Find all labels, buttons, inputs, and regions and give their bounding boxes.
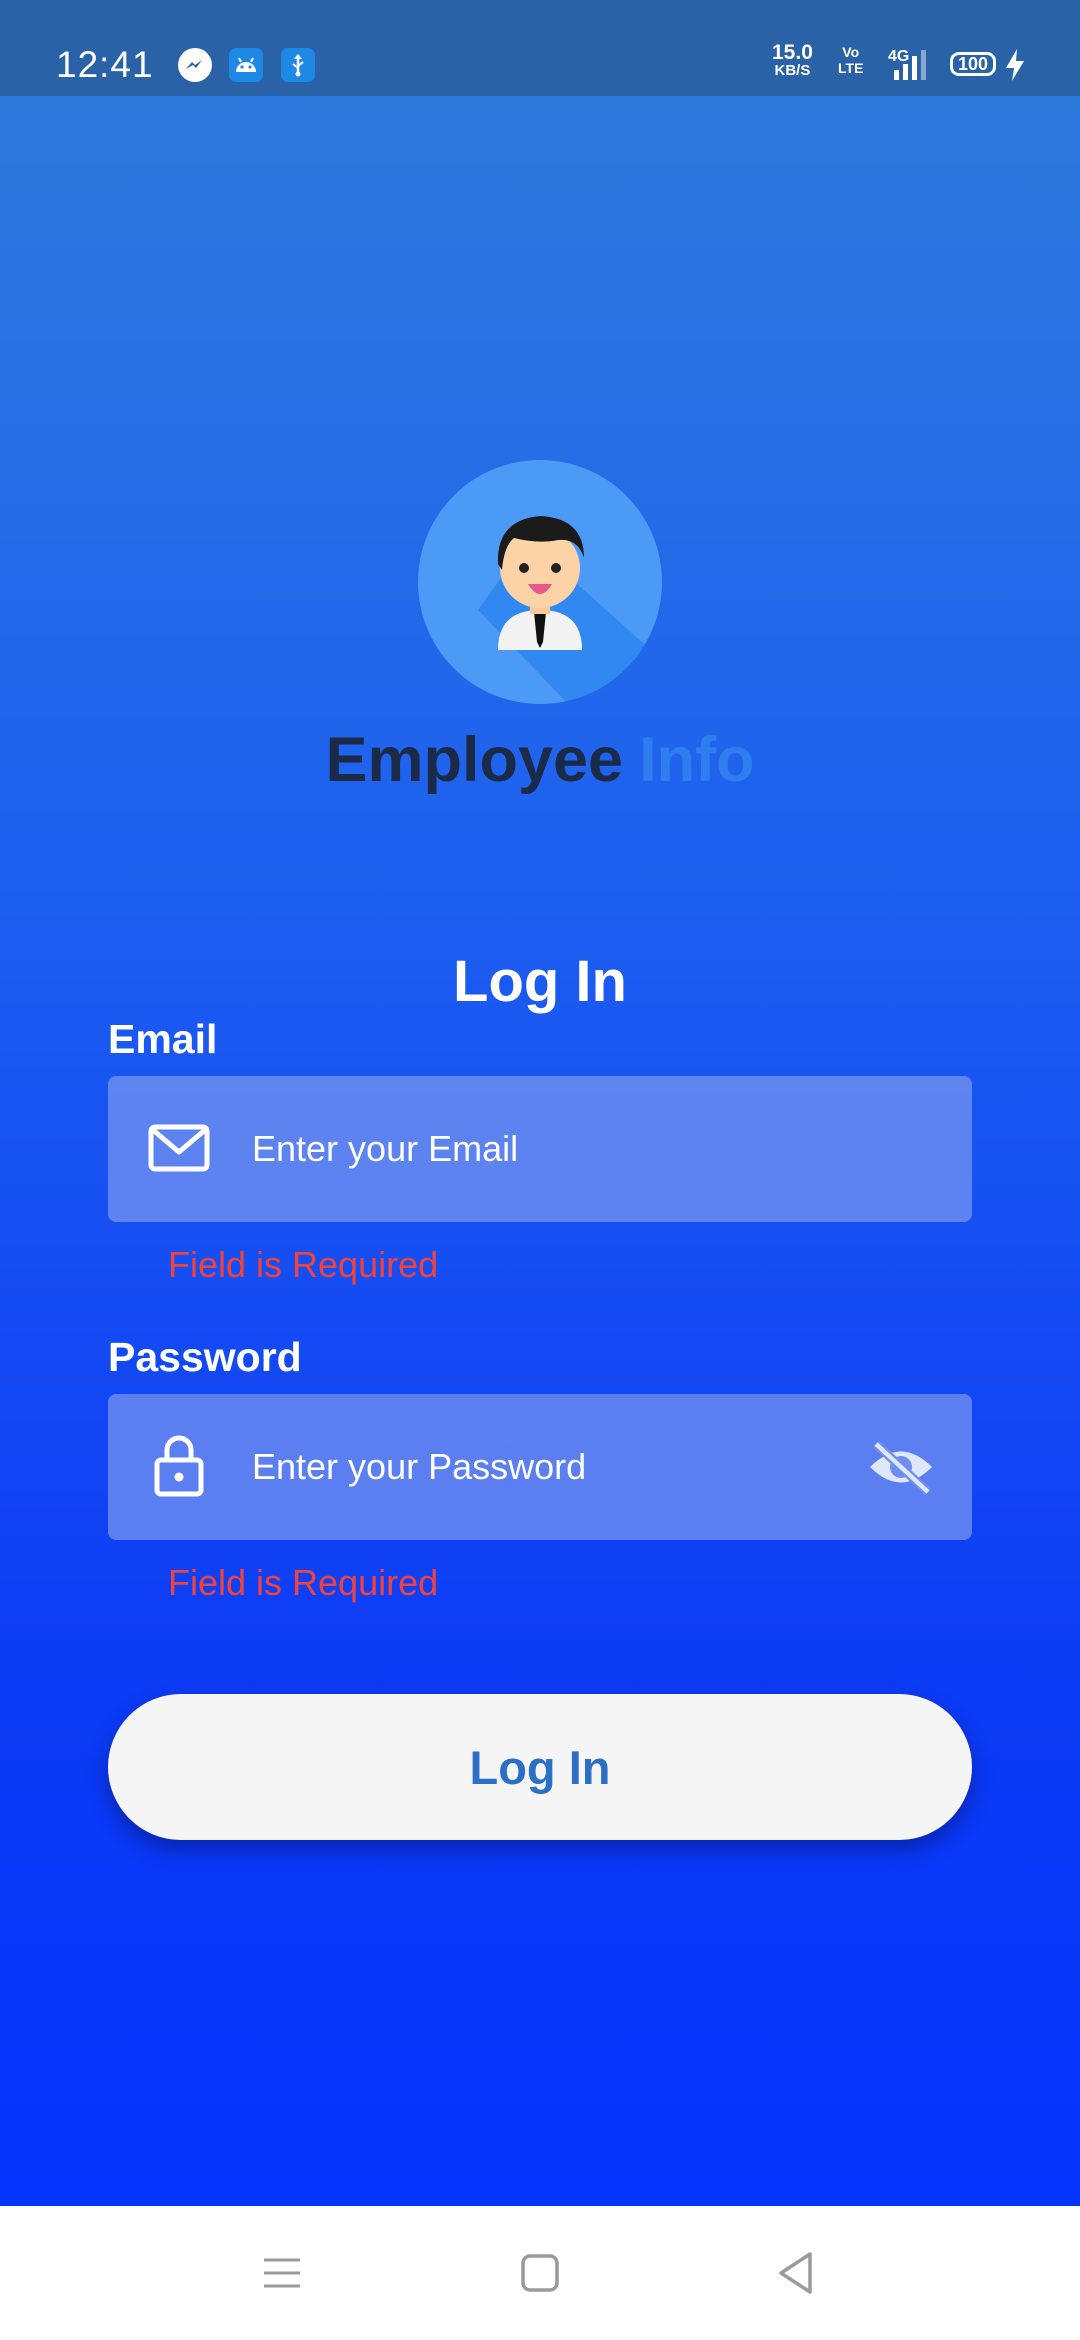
home-icon[interactable] bbox=[480, 2206, 600, 2340]
system-nav-bar bbox=[0, 2206, 1080, 2340]
mail-icon bbox=[148, 1124, 210, 1172]
volte-top: Vo bbox=[842, 44, 860, 60]
email-label: Email bbox=[108, 1016, 218, 1062]
menu-icon[interactable] bbox=[222, 2206, 342, 2340]
employee-avatar-logo bbox=[418, 460, 662, 704]
net-speed-value: 15.0 bbox=[772, 41, 813, 64]
login-button[interactable]: Log In bbox=[108, 1694, 972, 1840]
lock-icon bbox=[154, 1435, 204, 1497]
password-placeholder: Enter your Password bbox=[252, 1446, 587, 1487]
volte-indicator: Vo LTE bbox=[838, 44, 863, 88]
email-placeholder: Enter your Email bbox=[252, 1128, 519, 1169]
login-screen: 12:41 15.0 KB/S Vo LTE 4G 100 Employee I… bbox=[0, 0, 1080, 2340]
net-speed: 15.0 KB/S bbox=[772, 41, 813, 88]
net-speed-unit: KB/S bbox=[774, 62, 811, 79]
battery-indicator: 100 bbox=[950, 52, 996, 76]
back-icon[interactable] bbox=[736, 2206, 856, 2340]
password-error: Field is Required bbox=[168, 1562, 439, 1603]
email-field[interactable]: Enter your Email bbox=[108, 1076, 972, 1222]
email-error: Field is Required bbox=[168, 1244, 439, 1285]
usb-icon bbox=[281, 48, 315, 82]
page-title: Log In bbox=[453, 949, 627, 1014]
app-brand: Employee Info bbox=[0, 724, 1080, 796]
status-bar: 12:41 15.0 KB/S Vo LTE 4G 100 bbox=[0, 0, 1080, 96]
messenger-icon bbox=[178, 48, 212, 82]
visibility-off-icon[interactable] bbox=[866, 1438, 936, 1496]
charging-icon bbox=[1004, 48, 1026, 92]
status-time: 12:41 bbox=[56, 44, 154, 85]
brand-employee: Employee bbox=[325, 725, 624, 795]
brand-info: Info bbox=[639, 725, 755, 795]
password-field[interactable]: Enter your Password bbox=[108, 1394, 972, 1540]
android-icon bbox=[229, 48, 263, 82]
volte-bottom: LTE bbox=[838, 60, 864, 76]
password-label: Password bbox=[108, 1334, 302, 1380]
